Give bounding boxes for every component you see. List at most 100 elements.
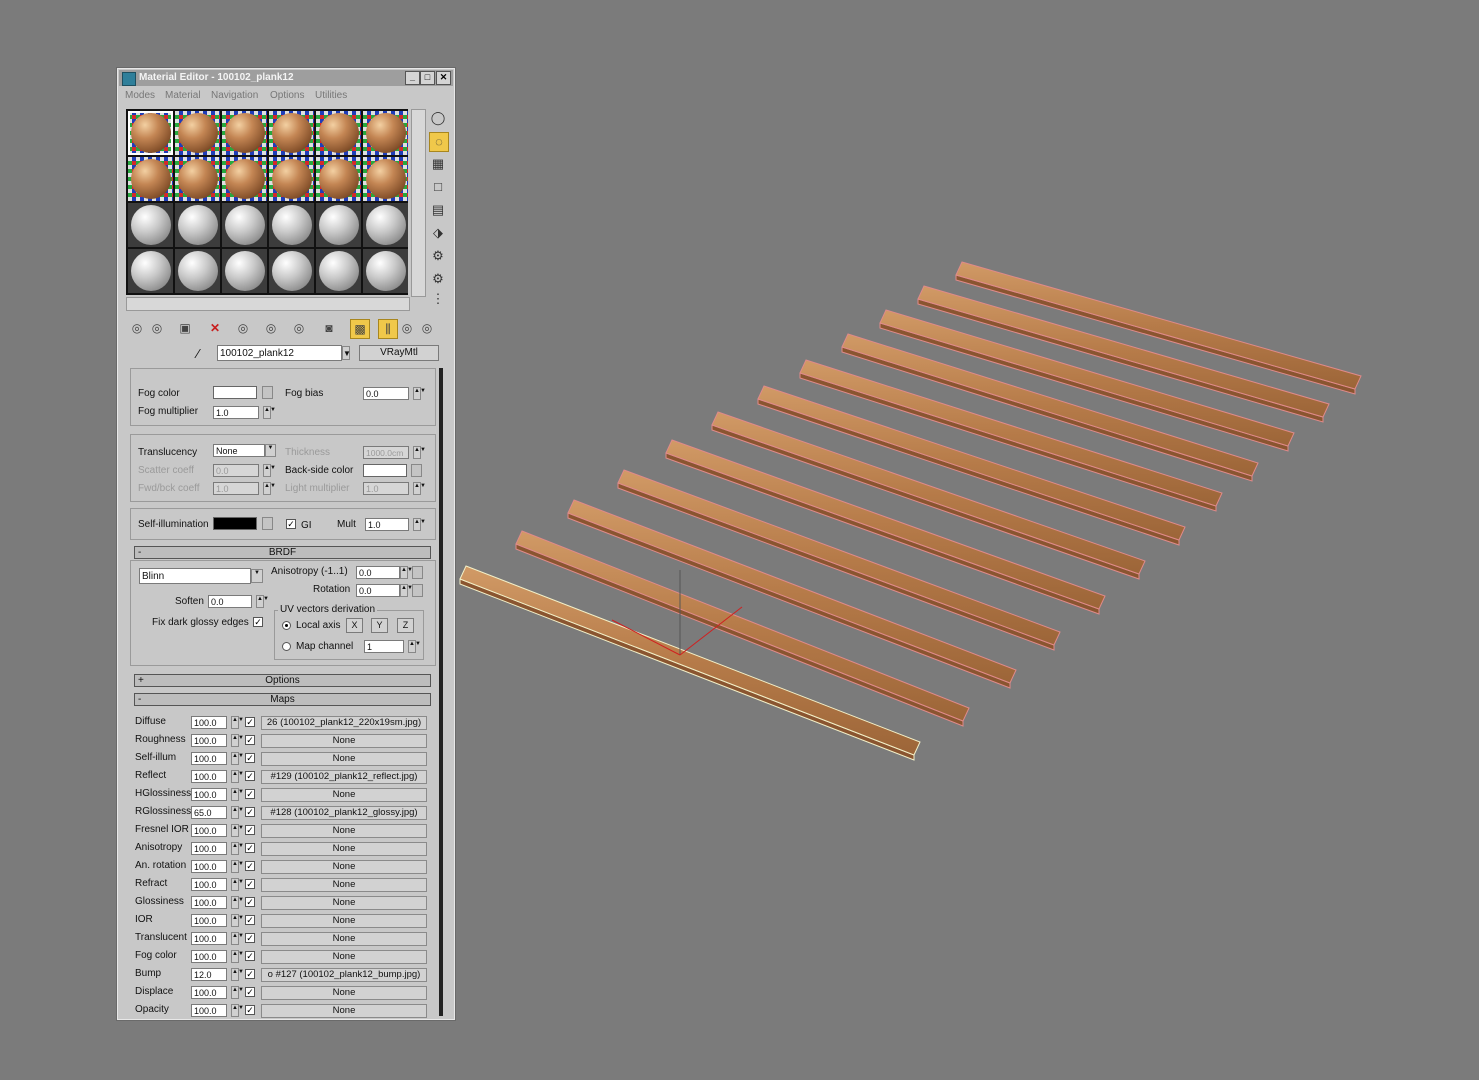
map-enable-checkbox[interactable]: ✓ [245, 951, 255, 961]
fix-dark-glossy-edges-checkbox[interactable]: ✓ [253, 617, 263, 627]
gi-checkbox[interactable]: ✓ [286, 519, 296, 529]
map-slot-button[interactable]: o #127 (100102_plank12_bump.jpg) [261, 968, 427, 982]
map-amount-spinner[interactable]: ▲▼ [231, 1004, 244, 1017]
map-slot-button[interactable]: None [261, 914, 427, 928]
light-multiplier-field[interactable]: 1.0 [363, 482, 409, 495]
anisotropy-map-button[interactable] [412, 566, 423, 579]
material-slot[interactable] [175, 203, 220, 247]
map-amount-field[interactable]: 12.0 [191, 968, 227, 981]
map-amount-field[interactable]: 100.0 [191, 896, 227, 909]
map-slot-button[interactable]: None [261, 752, 427, 766]
material-slot[interactable] [316, 203, 361, 247]
make-unique-icon[interactable]: ◎ [262, 319, 280, 337]
map-amount-field[interactable]: 100.0 [191, 986, 227, 999]
map-slot-button[interactable]: None [261, 950, 427, 964]
map-slot-button[interactable]: None [261, 824, 427, 838]
map-slot-button[interactable]: None [261, 842, 427, 856]
map-amount-field[interactable]: 65.0 [191, 806, 227, 819]
show-shaded-material-icon[interactable]: ▩ [350, 319, 370, 339]
video-color-check-icon[interactable]: ▤ [429, 201, 447, 219]
map-amount-spinner[interactable]: ▲▼ [231, 842, 244, 855]
map-amount-spinner[interactable]: ▲▼ [231, 806, 244, 819]
brdf-rollout-header[interactable]: - BRDF [134, 546, 431, 559]
map-enable-checkbox[interactable]: ✓ [245, 861, 255, 871]
map-slot-button[interactable]: None [261, 788, 427, 802]
material-id-channel-icon[interactable]: ◙ [320, 319, 338, 337]
map-amount-spinner[interactable]: ▲▼ [231, 950, 244, 963]
material-slot[interactable] [269, 203, 314, 247]
map-amount-spinner[interactable]: ▲▼ [231, 914, 244, 927]
minimize-button[interactable]: _ [405, 71, 420, 85]
material-slot[interactable] [222, 203, 267, 247]
material-slot[interactable] [363, 111, 408, 155]
map-amount-field[interactable]: 100.0 [191, 842, 227, 855]
map-enable-checkbox[interactable]: ✓ [245, 969, 255, 979]
title-bar[interactable]: Material Editor - 100102_plank12 _ □ ✕ [119, 70, 453, 86]
map-amount-spinner[interactable]: ▲▼ [231, 824, 244, 837]
mult-spinner[interactable]: ▲▼ [413, 518, 426, 531]
fog-color-map-button[interactable] [262, 386, 273, 399]
fwd-bck-coeff-spinner[interactable]: ▲▼ [263, 482, 276, 495]
put-to-scene-icon[interactable]: ◎ [148, 319, 166, 337]
scatter-coeff-spinner[interactable]: ▲▼ [263, 464, 276, 477]
axis-x-button[interactable]: X [346, 618, 363, 633]
map-amount-field[interactable]: 100.0 [191, 788, 227, 801]
material-slot[interactable] [363, 249, 408, 293]
options-icon[interactable]: ⚙ [429, 247, 447, 265]
map-enable-checkbox[interactable]: ✓ [245, 789, 255, 799]
sample-uv-tiling-icon[interactable]: □ [429, 178, 447, 196]
maps-rollout-header[interactable]: - Maps [134, 693, 431, 706]
material-slot[interactable] [222, 157, 267, 201]
map-amount-spinner[interactable]: ▲▼ [231, 860, 244, 873]
map-enable-checkbox[interactable]: ✓ [245, 771, 255, 781]
menu-options[interactable]: Options [270, 90, 304, 101]
eyedropper-icon[interactable]: ⁄ [197, 346, 199, 361]
map-amount-spinner[interactable]: ▲▼ [231, 896, 244, 909]
self-illumination-map-button[interactable] [262, 517, 273, 530]
fog-color-swatch[interactable] [213, 386, 257, 399]
map-amount-field[interactable]: 100.0 [191, 824, 227, 837]
chevron-down-icon[interactable]: ▼ [251, 569, 263, 583]
map-amount-spinner[interactable]: ▲▼ [231, 788, 244, 801]
material-slot[interactable] [128, 157, 173, 201]
material-slot[interactable] [175, 157, 220, 201]
map-slot-button[interactable]: None [261, 932, 427, 946]
backside-color-swatch[interactable] [363, 464, 407, 477]
map-enable-checkbox[interactable]: ✓ [245, 807, 255, 817]
map-amount-spinner[interactable]: ▲▼ [231, 968, 244, 981]
map-amount-field[interactable]: 100.0 [191, 752, 227, 765]
select-by-material-icon[interactable]: ⚙ [429, 270, 447, 288]
menu-utilities[interactable]: Utilities [315, 90, 347, 101]
map-amount-field[interactable]: 100.0 [191, 716, 227, 729]
sample-type-icon[interactable]: ◯ [429, 109, 447, 127]
go-forward-to-sibling-icon[interactable]: ◎ [418, 319, 436, 337]
self-illumination-swatch[interactable] [213, 517, 257, 530]
menu-material[interactable]: Material [165, 90, 201, 101]
fog-bias-spinner[interactable]: ▲▼ [413, 387, 426, 400]
maximize-button[interactable]: □ [420, 71, 435, 85]
axis-y-button[interactable]: Y [371, 618, 388, 633]
panel-scrollbar[interactable] [439, 368, 443, 1016]
background-checker-icon[interactable]: ▦ [429, 155, 447, 173]
anisotropy-spinner[interactable]: ▲▼ [400, 566, 413, 579]
material-slot[interactable] [269, 111, 314, 155]
local-axis-radio[interactable] [282, 621, 291, 630]
material-slot[interactable] [128, 249, 173, 293]
light-multiplier-spinner[interactable]: ▲▼ [413, 482, 426, 495]
thickness-field[interactable]: 1000.0cm [363, 446, 409, 459]
reset-map-icon[interactable]: ✕ [206, 319, 224, 337]
map-amount-field[interactable]: 100.0 [191, 914, 227, 927]
map-amount-spinner[interactable]: ▲▼ [231, 986, 244, 999]
map-slot-button[interactable]: None [261, 896, 427, 910]
material-slot[interactable] [222, 111, 267, 155]
soften-spinner[interactable]: ▲▼ [256, 595, 269, 608]
map-enable-checkbox[interactable]: ✓ [245, 933, 255, 943]
map-amount-spinner[interactable]: ▲▼ [231, 716, 244, 729]
map-channel-spinner[interactable]: ▲▼ [408, 640, 421, 653]
map-enable-checkbox[interactable]: ✓ [245, 915, 255, 925]
axis-z-button[interactable]: Z [397, 618, 414, 633]
assign-to-selection-icon[interactable]: ▣ [176, 319, 194, 337]
material-name-field[interactable]: 100102_plank12 [217, 345, 342, 361]
make-preview-icon[interactable]: ⬗ [429, 224, 447, 242]
map-enable-checkbox[interactable]: ✓ [245, 843, 255, 853]
